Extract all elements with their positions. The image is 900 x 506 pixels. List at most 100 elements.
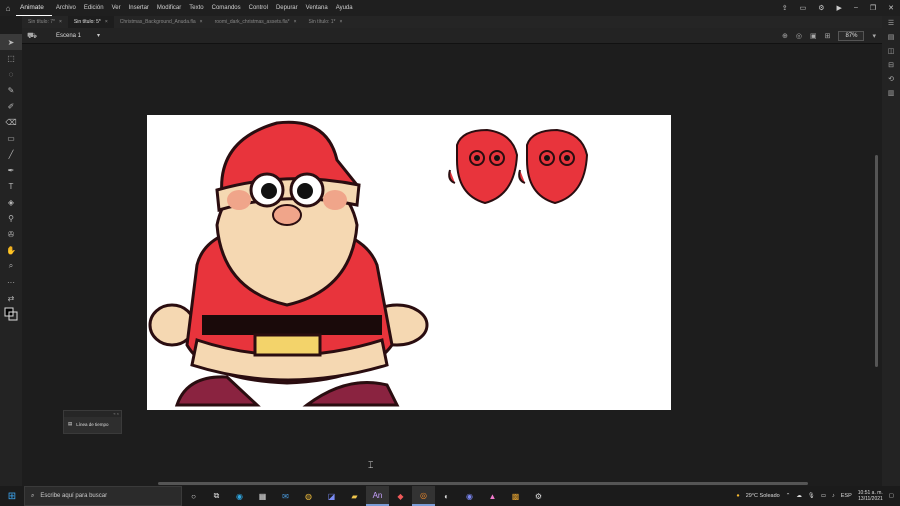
tab-christmas-background[interactable]: Christmas_Background_Anuda.fla × [114,16,209,28]
restore-icon[interactable]: ❐ [870,4,876,12]
tools-panel: ➤ ⬚ ◌ ✎ ✐ ⌫ ▭ ╱ ✒ T ◈ ⚲ ✇ ✋ ⌕ ··· ⇄ [0,34,22,486]
cortana-icon[interactable]: ○ [182,486,205,506]
windows-start-icon[interactable]: ⊞ [0,486,24,506]
zoom-icon[interactable]: ⌕ [0,258,22,274]
santa-head-small-1[interactable] [448,128,519,205]
play-icon[interactable]: ▶ [837,4,842,12]
components-icon[interactable]: ▥ [882,86,900,100]
app6-icon[interactable]: ▩ [504,486,527,506]
line-icon[interactable]: ╱ [0,146,22,162]
scene-icon[interactable]: ⛟ [22,31,42,41]
notifications-icon[interactable]: ▢ [889,493,894,499]
vertical-scrollbar[interactable] [875,155,878,367]
text-icon[interactable]: T [0,178,22,194]
chevron-down-icon[interactable]: ▾ [81,32,100,39]
tab-christmas-assets[interactable]: roomi_dark_christmas_assets.fla* × [209,16,303,28]
paint-brush-icon[interactable]: ✐ [0,98,22,114]
transform-icon[interactable]: ⟲ [882,72,900,86]
app3-icon[interactable]: ◎ [412,486,435,506]
app-name[interactable]: Animate [16,0,52,16]
santa-illustration[interactable] [148,120,429,407]
app-icon[interactable]: ◪ [320,486,343,506]
eraser-icon[interactable]: ⌫ [0,114,22,130]
stage-artwork [148,120,589,407]
menu-item-ver[interactable]: Ver [108,5,125,11]
tab-close-icon[interactable]: × [294,16,297,28]
paint-bucket-icon[interactable]: ◈ [0,194,22,210]
scene-label[interactable]: Escena 1 [42,33,81,39]
app4-icon[interactable]: ◐ [435,486,458,506]
minimize-icon[interactable]: – [854,4,858,12]
right-panel-strip: ☰ ▤ ◫ ⊟ ⟲ ▥ [882,16,900,486]
share-icon[interactable]: ⇪ [782,4,788,12]
clock[interactable]: 10:51 a. m. 13/11/2021 [858,490,883,502]
menu-item-comandos[interactable]: Comandos [208,5,245,11]
language-indicator[interactable]: ESP [841,493,852,499]
zoom-chevron-icon[interactable]: ▾ [872,32,876,40]
volume-icon[interactable]: ♪ [832,493,835,499]
lasso-icon[interactable]: ◌ [0,66,22,82]
align-icon[interactable]: ⊟ [882,58,900,72]
eyedropper-icon[interactable]: ⚲ [0,210,22,226]
mail-icon[interactable]: ✉ [274,486,297,506]
tab-close-icon[interactable]: × [200,16,203,28]
timeline-panel[interactable]: « × ▤ Línea de tiempo [63,410,122,434]
menu-item-ayuda[interactable]: Ayuda [332,5,357,11]
menu-item-modificar[interactable]: Modificar [153,5,185,11]
pen-icon[interactable]: ✒ [0,162,22,178]
menu-item-depurar[interactable]: Depurar [272,5,302,11]
app5-icon[interactable]: ▲ [481,486,504,506]
taskbar-search[interactable]: ⌕ Escribe aquí para buscar [24,486,182,506]
menu-item-insertar[interactable]: Insertar [125,5,153,11]
tab-close-icon[interactable]: × [59,16,62,28]
close-icon[interactable]: ✕ [888,4,894,12]
store-icon[interactable]: ▦ [251,486,274,506]
tab-sin-titulo-1[interactable]: Sin título: 1* × [303,16,349,28]
network-icon[interactable]: ▭ [821,493,826,499]
menu-item-edicion[interactable]: Edición [80,5,108,11]
tab-sin-titulo-7[interactable]: Sin título: 7* × [22,16,68,28]
explorer-icon[interactable]: ▰ [343,486,366,506]
settings-icon[interactable]: ⚙ [818,4,824,12]
chrome-icon[interactable]: ◍ [297,486,320,506]
santa-head-small-2[interactable] [518,128,589,205]
chevron-up-icon[interactable]: ⌃ [786,493,791,499]
more-tools-icon[interactable]: ··· [0,274,22,290]
weather-text[interactable]: 29°C Soleado [746,493,780,499]
swap-colors-icon[interactable]: ⇄ [0,290,22,306]
animate-icon[interactable]: An [366,486,389,506]
selection-tool-icon[interactable]: ➤ [0,34,22,50]
task-view-icon[interactable]: ⧉ [205,486,228,506]
clip-icon[interactable]: ▣ [810,32,817,40]
pin-icon[interactable]: ✇ [0,226,22,242]
hand-icon[interactable]: ✋ [0,242,22,258]
tab-close-icon[interactable]: × [340,16,343,28]
stage[interactable] [147,115,671,410]
cloud-icon[interactable]: ☁ [796,493,802,499]
workspace-icon[interactable]: ▭ [800,4,807,12]
snap-icon[interactable]: ⊕ [782,32,788,40]
app2-icon[interactable]: ◆ [389,486,412,506]
tab-sin-titulo-5[interactable]: Sin título: 5* × [67,16,114,28]
app7-icon[interactable]: ⚙ [527,486,550,506]
library-icon[interactable]: ▤ [882,30,900,44]
camera-icon[interactable]: ◎ [796,32,802,40]
assets-icon[interactable]: ◫ [882,44,900,58]
color-swatches[interactable] [0,306,22,322]
free-transform-icon[interactable]: ⬚ [0,50,22,66]
tab-close-icon[interactable]: × [105,16,108,28]
center-stage-icon[interactable]: ⊞ [825,32,831,40]
home-icon[interactable]: ⌂ [0,0,16,16]
zoom-field[interactable]: 87% [838,30,865,41]
discord-icon[interactable]: ◉ [458,486,481,506]
edge-icon[interactable]: ◉ [228,486,251,506]
horizontal-scrollbar[interactable] [158,482,808,485]
mic-icon[interactable]: 🎙 [808,493,815,499]
properties-icon[interactable]: ☰ [882,16,900,30]
menu-item-texto[interactable]: Texto [185,5,207,11]
menu-item-ventana[interactable]: Ventana [302,5,332,11]
rectangle-icon[interactable]: ▭ [0,130,22,146]
menu-item-control[interactable]: Control [245,5,272,11]
menu-item-archivo[interactable]: Archivo [52,5,80,11]
brush-icon[interactable]: ✎ [0,82,22,98]
